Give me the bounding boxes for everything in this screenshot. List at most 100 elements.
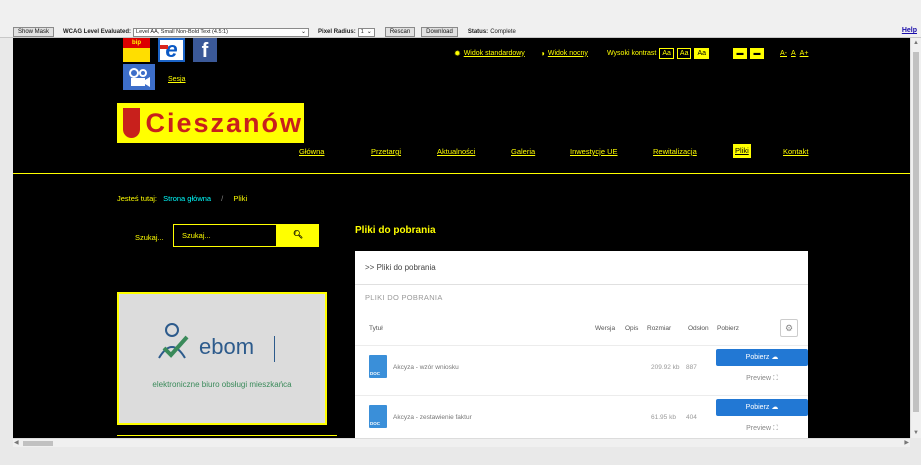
- font-size-group: A- A A+: [780, 47, 808, 59]
- menu-item-pliki[interactable]: Pliki: [733, 144, 751, 158]
- status-label: Status:: [467, 29, 489, 35]
- sidebar-divider: [117, 435, 337, 436]
- search-icon: 🔍︎: [292, 230, 304, 239]
- contrast-icon: ◑: [540, 48, 545, 58]
- col-size[interactable]: Rozmiar: [647, 325, 671, 332]
- chevron-down-icon: ⌄: [301, 28, 307, 35]
- help-link[interactable]: Help: [902, 27, 917, 34]
- menu-item-rewitalizacja[interactable]: Rewitalizacja: [653, 147, 697, 156]
- ebom-word: ebom: [199, 334, 255, 359]
- ebom-bar: [274, 336, 275, 362]
- col-download[interactable]: Pobierz: [717, 325, 739, 332]
- download-button[interactable]: Download: [421, 27, 458, 37]
- pixel-radius-label: Pixel Radius:: [318, 29, 356, 35]
- facebook-icon[interactable]: f: [193, 38, 217, 62]
- menu-item-galeria[interactable]: Galeria: [511, 147, 535, 156]
- scrollbar-thumb[interactable]: [913, 52, 919, 412]
- col-version[interactable]: Wersja: [595, 325, 615, 332]
- download-file-button[interactable]: Pobierz ☁: [716, 349, 808, 366]
- font-normal-link[interactable]: A: [791, 50, 796, 57]
- rescan-button[interactable]: Rescan: [384, 27, 416, 37]
- breadcrumb-home-link[interactable]: Strona główna: [163, 194, 211, 203]
- file-size: 209.92 kb: [651, 364, 680, 371]
- files-panel: >> Pliki do pobrania PLIKI DO POBRANIA T…: [355, 251, 808, 438]
- col-title[interactable]: Tytuł: [369, 325, 383, 332]
- layout-wide-icon[interactable]: ▬: [750, 47, 764, 59]
- scroll-up-icon[interactable]: ▲: [913, 40, 919, 46]
- file-views: 887: [686, 364, 697, 371]
- preview-button[interactable]: Preview ⛶: [716, 420, 808, 437]
- doc-file-icon: DOC: [369, 355, 387, 378]
- font-larger-link[interactable]: A+: [800, 50, 809, 57]
- ebom-banner[interactable]: ebom elektroniczne biuro obsługi mieszka…: [117, 292, 327, 425]
- wcag-level-select[interactable]: Level AA, Small Non-Bold Text (4.5:1) ⌄: [133, 27, 310, 37]
- search-label: Szukaj...: [135, 233, 164, 242]
- layout-narrow-icon[interactable]: ▬: [733, 47, 747, 59]
- camera-glyph: [129, 68, 150, 87]
- preview-label: Preview: [746, 375, 772, 382]
- wcag-toolbar: Show Mask WCAG Level Evaluated: Level AA…: [0, 0, 921, 38]
- download-file-button[interactable]: Pobierz ☁: [716, 399, 808, 416]
- preview-label: Preview: [746, 425, 772, 432]
- sun-icon: ✹: [454, 48, 461, 58]
- camera-icon[interactable]: [123, 64, 155, 90]
- menu-item-przetargi[interactable]: Przetargi: [371, 147, 401, 156]
- vertical-scrollbar[interactable]: ▲ ▼: [910, 38, 921, 438]
- std-view-label: Widok standardowy: [463, 49, 525, 57]
- epuap-accent: [160, 45, 168, 49]
- pixel-radius-value: 1: [360, 28, 364, 35]
- doc-icon-label: DOC: [370, 371, 380, 376]
- table-row: DOC Akcyza - zestawienie faktur 61.95 kb…: [355, 395, 808, 438]
- breadcrumb-prefix: Jesteś tutaj:: [117, 194, 158, 203]
- epuap-icon[interactable]: e: [158, 38, 185, 62]
- file-name[interactable]: Akcyza - zestawienie faktur: [393, 414, 472, 421]
- file-views: 404: [686, 414, 697, 421]
- font-smaller-link[interactable]: A-: [780, 50, 787, 57]
- site-logo[interactable]: Cieszanów: [117, 103, 304, 143]
- bip-icon[interactable]: bip: [123, 38, 150, 62]
- search-input[interactable]: Szukaj...: [173, 224, 277, 247]
- contrast-option-3[interactable]: Aa: [694, 47, 710, 59]
- download-label: Pobierz: [745, 354, 770, 361]
- scroll-left-icon[interactable]: ◀: [14, 439, 19, 446]
- doc-file-icon: DOC: [369, 405, 387, 428]
- high-contrast-group: Wysoki kontrast Aa Aa Aa: [607, 47, 710, 59]
- col-description[interactable]: Opis: [625, 325, 638, 332]
- menu-item-inwestycje[interactable]: Inwestycje UE: [570, 147, 618, 156]
- scroll-right-icon[interactable]: ▶: [904, 439, 909, 446]
- ebom-tagline: elektroniczne biuro obsługi mieszkańca: [152, 380, 292, 389]
- menu-item-glowna[interactable]: Główna: [299, 147, 324, 156]
- hscrollbar-thumb[interactable]: [23, 441, 53, 446]
- contrast-option-1[interactable]: Aa: [659, 47, 674, 59]
- layout-toggles: ▬ ▬: [730, 47, 764, 59]
- menu-item-kontakt[interactable]: Kontakt: [783, 147, 808, 156]
- gear-icon[interactable]: ⚙: [780, 319, 798, 337]
- cloud-download-icon: ☁: [771, 354, 779, 361]
- preview-button[interactable]: Preview ⛶: [716, 370, 808, 387]
- expand-icon: ⛶: [772, 425, 778, 432]
- search-button[interactable]: 🔍︎: [277, 224, 319, 247]
- files-panel-title: PLIKI DO POBRANIA: [365, 293, 443, 302]
- show-mask-button[interactable]: Show Mask: [13, 27, 55, 37]
- logo-text: Cieszanów: [145, 107, 303, 138]
- file-name[interactable]: Akcyza - wzór wniosku: [393, 364, 459, 371]
- doc-icon-label: DOC: [370, 421, 380, 426]
- pixel-radius-select[interactable]: 1 ⌄: [357, 27, 375, 37]
- menu-item-aktualnosci[interactable]: Aktualności: [437, 147, 475, 156]
- bip-label: bip: [123, 38, 150, 48]
- col-views[interactable]: Odsłon: [688, 325, 709, 332]
- chevron-down-icon: ⌄: [366, 28, 372, 35]
- download-label: Pobierz: [745, 404, 770, 411]
- night-view-link[interactable]: ◑ Widok nocny: [540, 47, 588, 59]
- file-size: 61.95 kb: [651, 414, 676, 421]
- sesja-link[interactable]: Sesja: [168, 76, 186, 83]
- scroll-down-icon[interactable]: ▼: [913, 430, 919, 436]
- horizontal-scrollbar[interactable]: ◀ ▶: [13, 438, 910, 447]
- files-heading: Pliki do pobrania: [355, 225, 436, 236]
- contrast-option-2[interactable]: Aa: [676, 47, 692, 59]
- high-contrast-label: Wysoki kontrast: [607, 49, 657, 57]
- wcag-level-value: Level AA, Small Non-Bold Text (4.5:1): [136, 28, 228, 35]
- std-view-link[interactable]: ✹ Widok standardowy: [454, 47, 525, 59]
- night-view-label: Widok nocny: [547, 49, 588, 57]
- table-row: DOC Akcyza - wzór wniosku 209.92 kb 887 …: [355, 345, 808, 395]
